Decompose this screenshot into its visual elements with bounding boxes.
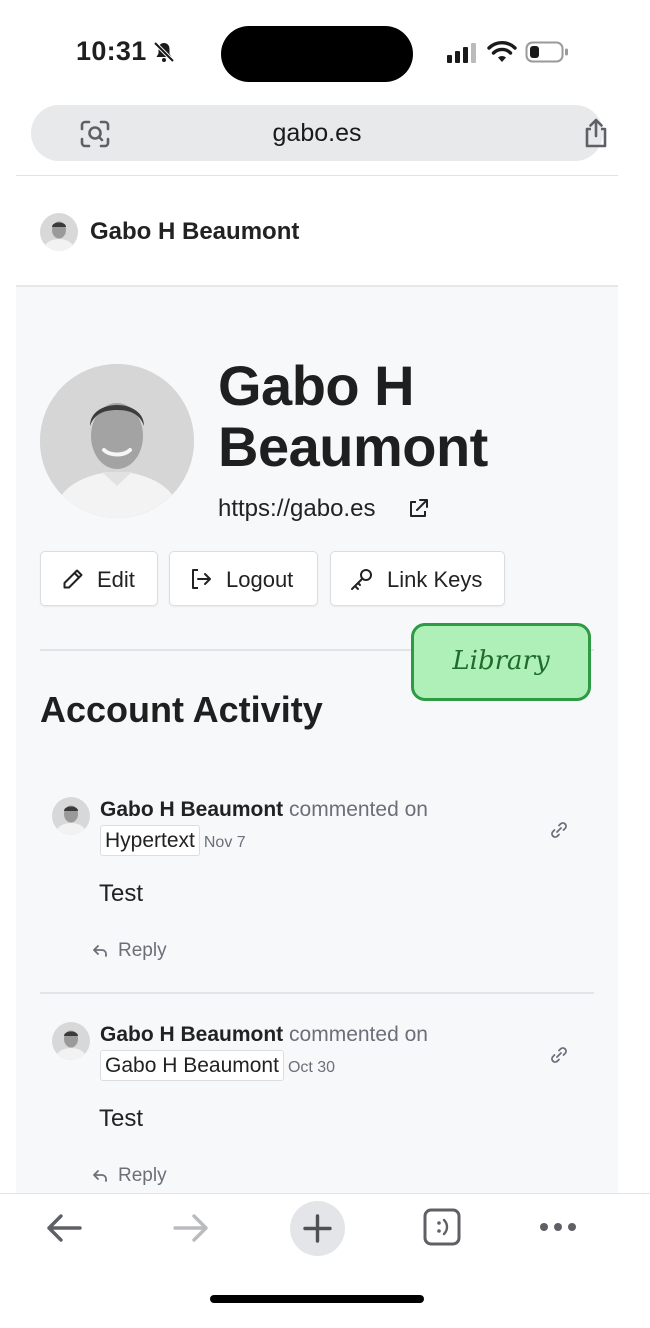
activity-verb: commented on	[289, 1023, 428, 1046]
tabs-icon[interactable]	[422, 1207, 462, 1247]
reply-button[interactable]: Reply	[92, 940, 167, 962]
activity-header: Gabo H Beaumont commented on Gabo H Beau…	[100, 1019, 520, 1083]
activity-item: Gabo H Beaumont commented on Hypertext No…	[40, 794, 594, 994]
reply-label: Reply	[118, 1165, 167, 1186]
battery-icon	[525, 41, 568, 63]
home-indicator	[210, 1295, 424, 1303]
link-icon[interactable]	[548, 1044, 570, 1066]
reply-icon	[93, 1170, 107, 1182]
activity-date: Oct 30	[287, 1059, 336, 1076]
profile-url[interactable]: https://gabo.es	[218, 495, 375, 523]
wifi-icon	[487, 41, 517, 62]
activity-author[interactable]: Gabo H Beaumont	[100, 798, 283, 821]
link-keys-button[interactable]: Link Keys	[330, 551, 505, 606]
edit-button[interactable]: Edit	[40, 551, 158, 606]
profile-avatar	[40, 364, 194, 518]
reply-icon	[93, 945, 107, 957]
more-icon[interactable]	[539, 1221, 577, 1233]
cellular-signal-icon	[447, 43, 476, 63]
forward-arrow-icon[interactable]	[172, 1212, 210, 1244]
edit-label: Edit	[97, 567, 135, 592]
activity-body: Test	[99, 1105, 144, 1132]
dynamic-island	[221, 26, 413, 82]
section-title: Account Activity	[40, 689, 323, 730]
site-title[interactable]: Gabo H Beaumont	[90, 218, 299, 246]
share-icon[interactable]	[581, 117, 611, 149]
logout-label: Logout	[226, 567, 294, 592]
new-tab-button[interactable]	[290, 1201, 345, 1256]
key-icon	[351, 569, 372, 590]
plus-icon	[303, 1214, 332, 1243]
library-label: Library	[452, 646, 550, 676]
address-bar[interactable]: gabo.es	[31, 105, 607, 161]
pencil-icon	[63, 569, 83, 589]
logout-icon	[192, 569, 211, 589]
url-text: gabo.es	[272, 119, 362, 147]
activity-header: Gabo H Beaumont commented on Hypertext No…	[100, 794, 520, 858]
library-badge[interactable]: Library	[411, 623, 591, 701]
activity-body: Test	[99, 880, 144, 907]
activity-author[interactable]: Gabo H Beaumont	[100, 1023, 283, 1046]
profile-content: Gabo H Beaumont https://gabo.es Edit Log…	[16, 287, 618, 1193]
bell-slash-icon	[153, 41, 175, 63]
avatar[interactable]	[40, 213, 78, 251]
status-bar: 10:31	[0, 0, 650, 100]
link-icon[interactable]	[548, 819, 570, 841]
activity-target[interactable]: Hypertext	[100, 825, 200, 856]
activity-verb: commented on	[289, 798, 428, 821]
back-arrow-icon[interactable]	[45, 1212, 83, 1244]
avatar[interactable]	[52, 1022, 90, 1060]
activity-target[interactable]: Gabo H Beaumont	[100, 1050, 284, 1081]
browser-toolbar	[0, 1193, 650, 1328]
reply-button[interactable]: Reply	[92, 1165, 167, 1187]
profile-name: Gabo H Beaumont	[218, 354, 488, 478]
reply-label: Reply	[118, 940, 167, 961]
status-time: 10:31	[76, 36, 147, 66]
external-link-icon[interactable]	[407, 498, 429, 520]
web-page: Gabo H Beaumont Gabo H Beaumont https://…	[16, 175, 618, 1193]
activity-date: Nov 7	[203, 834, 246, 851]
activity-item: Gabo H Beaumont commented on Gabo H Beau…	[40, 1019, 594, 1193]
avatar[interactable]	[52, 797, 90, 835]
site-header: Gabo H Beaumont	[16, 176, 618, 287]
logout-button[interactable]: Logout	[169, 551, 318, 606]
link-keys-label: Link Keys	[387, 567, 483, 592]
